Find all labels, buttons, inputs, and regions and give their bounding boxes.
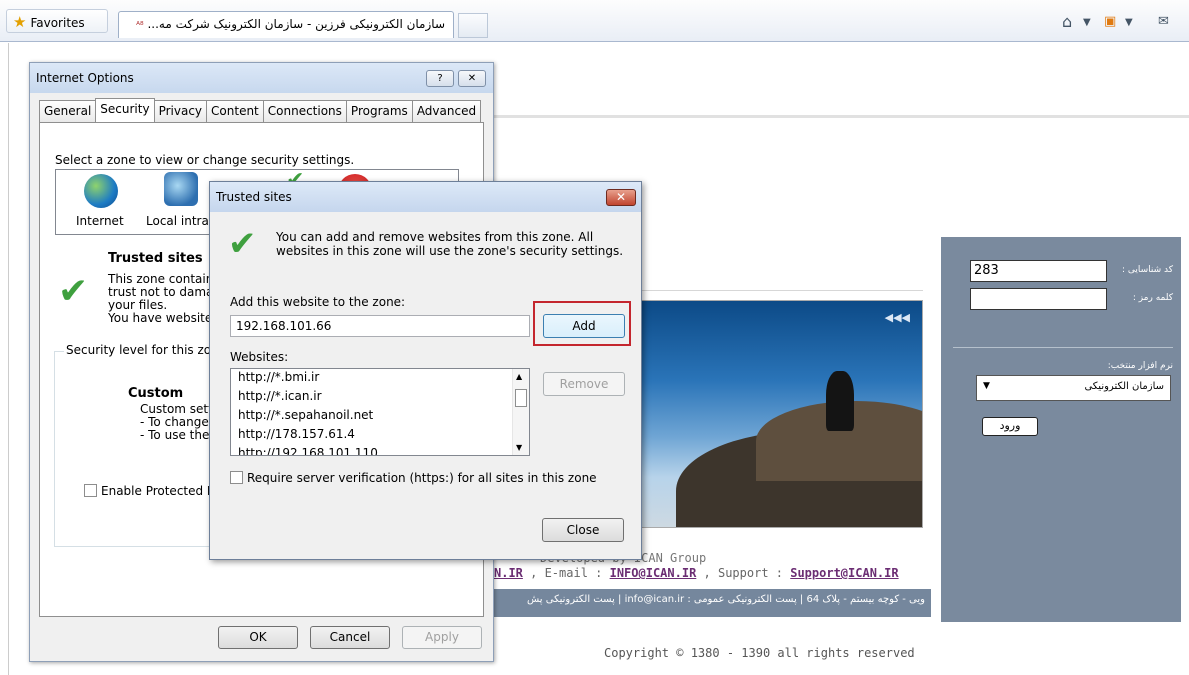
id-label: کد شناسایی : — [1121, 265, 1173, 275]
rewind-icon[interactable]: ◀◀◀ — [885, 311, 910, 324]
checkmark-icon: ✔ — [228, 224, 257, 264]
page-band — [490, 115, 1189, 118]
custom-title: Custom — [128, 386, 184, 401]
tab-content[interactable]: Content — [206, 100, 264, 122]
ok-button[interactable]: OK — [218, 626, 298, 649]
site-link[interactable]: N.IR — [494, 566, 523, 580]
list-scrollbar[interactable]: ▲ ▼ — [512, 369, 529, 455]
list-item[interactable]: http://178.157.61.4 — [231, 426, 529, 445]
tab-programs[interactable]: Programs — [345, 100, 413, 122]
tab-security[interactable]: Security — [95, 98, 155, 123]
list-item[interactable]: http://192.168.101.110 — [231, 445, 529, 455]
zone-internet[interactable]: Internet — [76, 214, 124, 228]
person-silhouette — [826, 371, 854, 431]
browser-tab[interactable]: سازمان الکترونیکی فرزین - سازمان الکترون… — [118, 11, 454, 38]
list-item[interactable]: http://*.sepahanoil.net — [231, 407, 529, 426]
custom-line: - To use the — [140, 428, 210, 442]
feeds-icon[interactable]: ▣ — [1104, 14, 1116, 29]
email-link[interactable]: INFO@ICAN.IR — [610, 566, 697, 580]
require-https-option[interactable]: Require server verification (https:) for… — [230, 471, 597, 485]
software-value: سازمان الکترونیکی — [1084, 381, 1164, 392]
site-favicon: ᴬ⁸ — [136, 21, 144, 31]
star-icon: ★ — [13, 13, 27, 31]
help-button[interactable]: ? — [426, 70, 454, 87]
favorites-label: Favorites — [30, 16, 85, 30]
security-level-label: Security level for this zone — [64, 343, 229, 357]
software-label: نرم افزار منتخب: — [1107, 361, 1173, 371]
password-label: کلمه رمز : — [1132, 293, 1173, 303]
protected-mode-option[interactable]: Enable Protected Mo — [84, 484, 225, 498]
dialog-title-bar: Trusted sites — [210, 182, 641, 212]
close-button[interactable]: ✕ — [606, 189, 636, 206]
scroll-up-icon[interactable]: ▲ — [516, 372, 522, 381]
software-select[interactable]: سازمان الکترونیکی ▼ — [976, 375, 1171, 401]
require-https-checkbox[interactable] — [230, 471, 243, 484]
list-item[interactable]: http://*.bmi.ir — [231, 369, 529, 388]
read-mail-icon[interactable]: ✉ — [1158, 14, 1169, 29]
footer-contact-bar: ویی - کوچه بیستم - پلاک 64 | پست الکترون… — [494, 589, 931, 617]
close-dialog-button[interactable]: Close — [542, 518, 624, 542]
copyright-text: Copyright © 1380 - 1390 all rights reser… — [604, 646, 915, 660]
tab-title: سازمان الکترونیکی فرزین - سازمان الکترون… — [147, 17, 445, 31]
new-tab-button[interactable] — [458, 13, 488, 38]
footer-links: N.IR , E-mail : INFO@ICAN.IR , Support :… — [494, 566, 899, 580]
tab-privacy[interactable]: Privacy — [153, 100, 208, 122]
checkmark-icon: ✔ — [58, 271, 89, 312]
email-label: , E-mail : — [522, 566, 610, 580]
zone-title: Trusted sites — [108, 251, 203, 266]
tab-general[interactable]: General — [39, 100, 97, 122]
home-icon[interactable]: ⌂ — [1062, 12, 1072, 31]
support-label: , Support : — [696, 566, 791, 580]
remove-button[interactable]: Remove — [543, 372, 625, 396]
password-input[interactable] — [970, 288, 1107, 310]
apply-button[interactable]: Apply — [402, 626, 482, 649]
scroll-thumb[interactable] — [515, 389, 527, 407]
websites-list[interactable]: http://*.bmi.ir http://*.ican.ir http://… — [230, 368, 530, 456]
websites-label: Websites: — [230, 350, 289, 364]
login-button[interactable]: ورود — [982, 417, 1038, 436]
panel-divider — [953, 347, 1173, 348]
scroll-down-icon[interactable]: ▼ — [516, 443, 522, 452]
require-https-label: Require server verification (https:) for… — [247, 471, 597, 485]
chevron-down-icon: ▼ — [983, 381, 990, 391]
list-item[interactable]: http://*.ican.ir — [231, 388, 529, 407]
login-panel: کد شناسایی : 283 کلمه رمز : نرم افزار من… — [941, 237, 1181, 622]
home-dropdown-icon[interactable]: ▼ — [1083, 17, 1091, 28]
protected-mode-label: Enable Protected Mo — [101, 484, 225, 498]
tab-advanced[interactable]: Advanced — [411, 100, 482, 122]
id-input[interactable]: 283 — [970, 260, 1107, 282]
favorites-button[interactable]: ★ Favorites — [6, 9, 108, 33]
dialog-title-bar: Internet Options — [30, 63, 493, 93]
feeds-dropdown-icon[interactable]: ▼ — [1125, 17, 1133, 28]
zone-local-intranet[interactable]: Local intran — [146, 214, 216, 228]
dialog-title: Internet Options — [36, 71, 134, 85]
intranet-icon[interactable] — [164, 172, 198, 206]
highlight-box — [533, 301, 631, 346]
info-text: You can add and remove websites from thi… — [276, 230, 624, 258]
tab-connections[interactable]: Connections — [262, 100, 347, 122]
tab-strip: General Security Privacy Content Connections… — [39, 98, 482, 124]
custom-description: Custom setti - To change - To use the — [140, 403, 216, 442]
add-website-label: Add this website to the zone: — [230, 295, 406, 309]
trusted-sites-dialog: Trusted sites ✕ ✔ You can add and remove… — [209, 181, 642, 560]
support-link[interactable]: Support@ICAN.IR — [790, 566, 898, 580]
cancel-button[interactable]: Cancel — [310, 626, 390, 649]
select-zone-text: Select a zone to view or change security… — [55, 153, 355, 167]
protected-mode-checkbox[interactable] — [84, 484, 97, 497]
website-input[interactable]: 192.168.101.66 — [230, 315, 530, 337]
close-button[interactable]: ✕ — [458, 70, 486, 87]
dialog-title: Trusted sites — [216, 190, 292, 204]
globe-icon[interactable] — [84, 174, 118, 208]
